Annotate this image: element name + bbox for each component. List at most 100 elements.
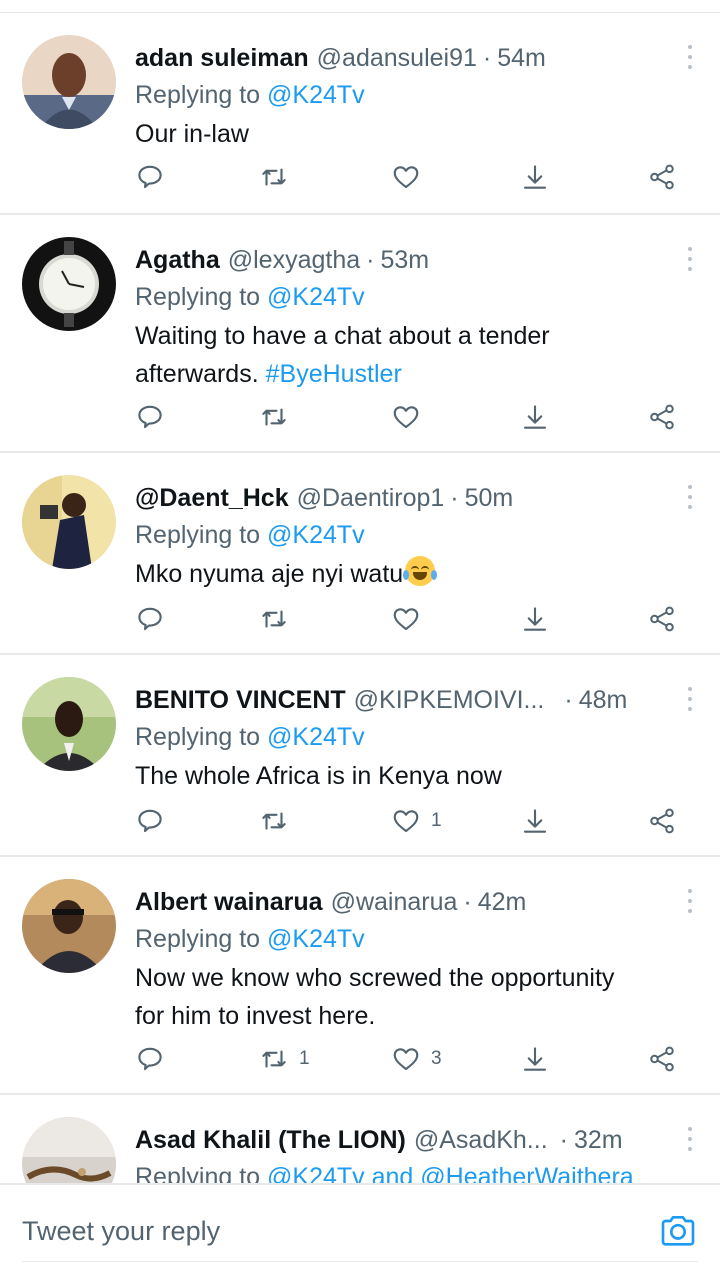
share-via-button[interactable] bbox=[647, 1039, 677, 1079]
share-nodes-icon bbox=[650, 1046, 674, 1072]
share-via-button[interactable] bbox=[647, 801, 677, 841]
retweet-button[interactable] bbox=[259, 397, 299, 437]
author-handle[interactable]: @KIPKEMOIVI... bbox=[354, 683, 545, 717]
like-count: 3 bbox=[431, 1048, 442, 1069]
author-handle[interactable]: @wainarua bbox=[331, 885, 458, 919]
retweet-button[interactable] bbox=[259, 599, 299, 639]
author-handle[interactable]: @lexyagtha bbox=[228, 243, 360, 277]
tweet-header: Agatha @lexyagtha · 53m bbox=[135, 243, 680, 277]
author-name[interactable]: Asad Khalil (The LION) bbox=[135, 1123, 406, 1157]
tweet-text-line: Now we know who screwed the opportunity bbox=[135, 964, 615, 992]
like-button[interactable] bbox=[391, 599, 431, 639]
reply-icon bbox=[138, 165, 162, 189]
replying-label: Replying to bbox=[135, 1163, 268, 1183]
share-via-button[interactable] bbox=[647, 599, 677, 639]
timestamp[interactable]: 53m bbox=[380, 243, 429, 277]
replying-label: Replying to bbox=[135, 521, 268, 549]
share-button[interactable] bbox=[520, 599, 550, 639]
reply-button[interactable] bbox=[135, 157, 175, 197]
author-name[interactable]: BENITO VINCENT bbox=[135, 683, 346, 717]
reply-button[interactable] bbox=[135, 397, 175, 437]
reply-tweet[interactable]: adan suleiman @adansulei91 · 54m Replyin… bbox=[0, 13, 720, 213]
like-button[interactable] bbox=[391, 397, 431, 437]
tweet-actions: 1 bbox=[135, 801, 695, 841]
retweet-icon bbox=[262, 812, 286, 830]
timestamp[interactable]: 48m bbox=[579, 683, 628, 717]
mention-link[interactable]: @K24Tv bbox=[267, 925, 365, 953]
share-via-button[interactable] bbox=[647, 397, 677, 437]
share-button[interactable] bbox=[520, 397, 550, 437]
avatar[interactable] bbox=[22, 879, 116, 973]
avatar[interactable] bbox=[22, 237, 116, 331]
avatar[interactable] bbox=[22, 475, 116, 569]
retweet-icon bbox=[262, 168, 286, 186]
mention-link[interactable]: @K24Tv bbox=[267, 723, 365, 751]
avatar[interactable] bbox=[22, 1117, 116, 1183]
reply-tweet[interactable]: @Daent_Hck @Daentirop1 · 50m Replying to… bbox=[0, 453, 720, 653]
more-options-icon[interactable] bbox=[686, 1127, 694, 1151]
like-button[interactable]: 3 bbox=[391, 1039, 442, 1079]
reply-tweet[interactable]: Albert wainarua @wainarua · 42m Replying… bbox=[0, 857, 720, 1093]
tweet-actions: 1 3 bbox=[135, 1039, 695, 1079]
author-name[interactable]: Agatha bbox=[135, 243, 220, 277]
tweet-text-line: Waiting to have a chat about a tender bbox=[135, 322, 550, 350]
tweet-header: BENITO VINCENT @KIPKEMOIVI... · 48m bbox=[135, 683, 680, 717]
share-icon bbox=[523, 165, 547, 189]
reply-tweet[interactable]: BENITO VINCENT @KIPKEMOIVI... · 48m Repl… bbox=[0, 655, 720, 855]
hashtag-link[interactable]: #ByeHustler bbox=[266, 360, 402, 388]
reply-tweet[interactable]: Agatha @lexyagtha · 53m Replying to @K24… bbox=[0, 215, 720, 451]
avatar[interactable] bbox=[22, 677, 116, 771]
replying-to: Replying to @K24Tv bbox=[135, 717, 680, 757]
tweet-actions bbox=[135, 157, 695, 197]
author-name[interactable]: adan suleiman bbox=[135, 41, 309, 75]
mention-link[interactable]: @K24Tv bbox=[267, 521, 365, 549]
like-button[interactable]: 1 bbox=[391, 801, 442, 841]
reply-composer bbox=[0, 1183, 720, 1279]
author-handle[interactable]: @Daentirop1 bbox=[297, 481, 445, 515]
retweet-button[interactable] bbox=[259, 801, 299, 841]
input-underline bbox=[22, 1261, 698, 1262]
author-name[interactable]: @Daent_Hck bbox=[135, 481, 289, 515]
tweet-content: Agatha @lexyagtha · 53m Replying to @K24… bbox=[135, 243, 680, 393]
reply-button[interactable] bbox=[135, 1039, 175, 1079]
share-nodes-icon bbox=[650, 404, 674, 430]
mention-link[interactable]: @K24Tv bbox=[267, 283, 365, 311]
heart-icon bbox=[393, 608, 419, 631]
tweet-content: Albert wainarua @wainarua · 42m Replying… bbox=[135, 885, 680, 1035]
more-options-icon[interactable] bbox=[686, 687, 694, 711]
more-options-icon[interactable] bbox=[686, 247, 694, 271]
reply-input[interactable] bbox=[22, 1213, 622, 1249]
heart-icon bbox=[393, 810, 419, 833]
share-via-button[interactable] bbox=[647, 157, 677, 197]
reply-tweet[interactable]: Asad Khalil (The LION) @AsadKh... · 32m … bbox=[0, 1095, 720, 1183]
timestamp[interactable]: 32m bbox=[574, 1123, 623, 1157]
reply-button[interactable] bbox=[135, 801, 175, 841]
share-button[interactable] bbox=[520, 801, 550, 841]
replying-to: Replying to @K24Tv bbox=[135, 75, 680, 115]
author-handle[interactable]: @AsadKh... bbox=[414, 1123, 548, 1157]
timestamp[interactable]: 42m bbox=[478, 885, 527, 919]
timestamp[interactable]: 50m bbox=[465, 481, 514, 515]
retweet-button[interactable]: 1 bbox=[259, 1039, 310, 1079]
author-name[interactable]: Albert wainarua bbox=[135, 885, 323, 919]
more-options-icon[interactable] bbox=[686, 889, 694, 913]
share-button[interactable] bbox=[520, 157, 550, 197]
replies-feed[interactable]: adan suleiman @adansulei91 · 54m Replyin… bbox=[0, 0, 720, 1183]
replying-to: Replying to @K24Tv bbox=[135, 919, 680, 959]
reply-button[interactable] bbox=[135, 599, 175, 639]
avatar[interactable] bbox=[22, 35, 116, 129]
tweet-header: adan suleiman @adansulei91 · 54m bbox=[135, 41, 680, 75]
retweet-button[interactable] bbox=[259, 157, 299, 197]
like-button[interactable] bbox=[391, 157, 431, 197]
more-options-icon[interactable] bbox=[686, 485, 694, 509]
author-handle[interactable]: @adansulei91 bbox=[317, 41, 477, 75]
replying-label: Replying to bbox=[135, 283, 268, 311]
mention-link[interactable]: @K24Tv bbox=[267, 81, 365, 109]
tweet-content: Asad Khalil (The LION) @AsadKh... · 32m … bbox=[135, 1123, 680, 1183]
camera-icon[interactable] bbox=[658, 1211, 698, 1251]
timestamp[interactable]: 54m bbox=[497, 41, 546, 75]
share-button[interactable] bbox=[520, 1039, 550, 1079]
share-nodes-icon bbox=[650, 606, 674, 632]
more-options-icon[interactable] bbox=[686, 45, 694, 69]
mention-link[interactable]: @K24Tv and @HeatherWaithera bbox=[267, 1163, 634, 1183]
